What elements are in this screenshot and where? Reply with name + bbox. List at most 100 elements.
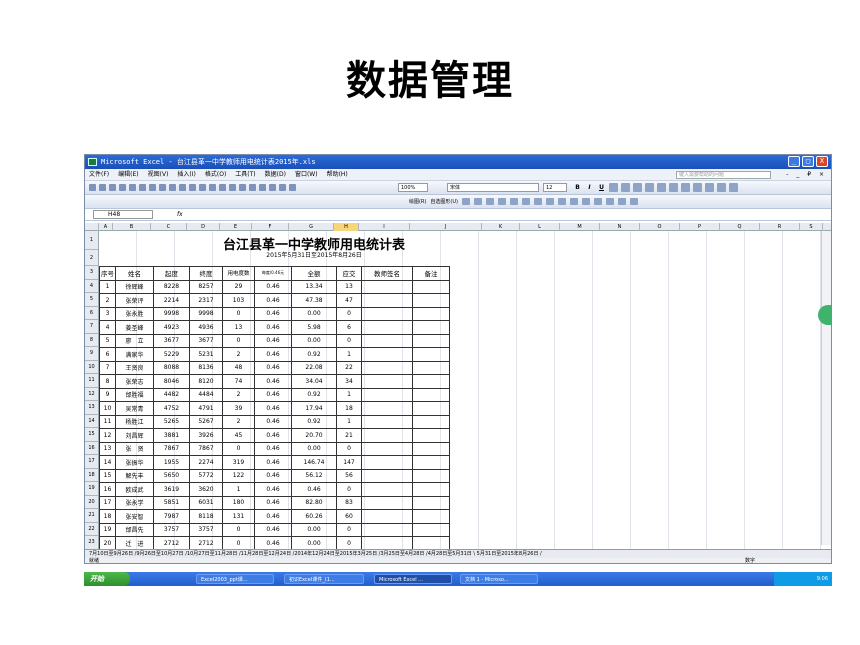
table-cell[interactable]: 0.46 bbox=[254, 279, 292, 294]
table-cell[interactable]: 0.00 bbox=[291, 536, 337, 549]
table-cell[interactable]: 0 bbox=[222, 441, 255, 456]
table-cell[interactable]: 47.38 bbox=[291, 293, 337, 308]
table-cell[interactable]: 0.00 bbox=[291, 306, 337, 321]
sheet-tabs[interactable]: 7月10日至9月26日 /9月26日至10月27日 /10月27日至11月28日… bbox=[85, 549, 831, 558]
task-ppt[interactable]: Excel2003_ppt课... bbox=[196, 574, 274, 584]
table-cell[interactable]: 0.46 bbox=[254, 455, 292, 470]
table-cell[interactable] bbox=[412, 306, 450, 321]
table-cell[interactable]: 5.98 bbox=[291, 320, 337, 335]
line-style-icon[interactable] bbox=[605, 198, 614, 205]
table-cell[interactable]: 刘昌辉 bbox=[115, 428, 154, 443]
table-cell[interactable]: 1955 bbox=[153, 455, 190, 470]
table-cell[interactable]: 18 bbox=[99, 509, 116, 524]
table-cell[interactable]: 60.26 bbox=[291, 509, 337, 524]
table-cell[interactable]: 103 bbox=[222, 293, 255, 308]
row-header[interactable]: 17 bbox=[85, 455, 98, 469]
row-header[interactable]: 3 bbox=[85, 266, 98, 280]
table-cell[interactable]: 8257 bbox=[189, 279, 223, 294]
row-header[interactable]: 5 bbox=[85, 293, 98, 307]
table-cell[interactable]: 5231 bbox=[189, 347, 223, 362]
table-cell[interactable]: 0.46 bbox=[254, 495, 292, 510]
textbox-icon[interactable] bbox=[509, 198, 518, 205]
table-cell[interactable]: 0 bbox=[222, 306, 255, 321]
autosum-icon[interactable] bbox=[249, 184, 256, 191]
table-cell[interactable]: 13 bbox=[222, 320, 255, 335]
table-cell[interactable]: 122 bbox=[222, 468, 255, 483]
italic-button[interactable]: I bbox=[585, 183, 594, 192]
table-cell[interactable]: 2214 bbox=[153, 293, 190, 308]
row-header[interactable]: 2 bbox=[85, 250, 98, 266]
oval-icon[interactable] bbox=[497, 198, 506, 205]
table-cell[interactable]: 13.34 bbox=[291, 279, 337, 294]
table-cell[interactable] bbox=[412, 347, 450, 362]
table-cell[interactable] bbox=[412, 414, 450, 429]
table-cell[interactable]: 满家华 bbox=[115, 347, 154, 362]
table-cell[interactable]: 47 bbox=[336, 293, 362, 308]
menu-file[interactable]: 文件(F) bbox=[89, 169, 109, 180]
table-cell[interactable]: 5265 bbox=[153, 414, 190, 429]
col-start[interactable]: 起度 bbox=[153, 266, 190, 281]
table-cell[interactable]: 0.46 bbox=[254, 441, 292, 456]
bold-button[interactable]: B bbox=[573, 183, 582, 192]
table-cell[interactable] bbox=[412, 374, 450, 389]
align-center-icon[interactable] bbox=[621, 183, 630, 192]
column-header[interactable]: H bbox=[334, 223, 359, 231]
table-cell[interactable] bbox=[412, 509, 450, 524]
table-cell[interactable]: 0 bbox=[336, 536, 362, 549]
table-cell[interactable]: 14 bbox=[99, 455, 116, 470]
table-cell[interactable]: 0 bbox=[222, 333, 255, 348]
table-cell[interactable]: 0.46 bbox=[291, 482, 337, 497]
table-cell[interactable] bbox=[361, 333, 413, 348]
table-cell[interactable]: 16 bbox=[99, 482, 116, 497]
fill-icon[interactable] bbox=[569, 198, 578, 205]
redo-icon[interactable] bbox=[229, 184, 236, 191]
table-cell[interactable] bbox=[361, 522, 413, 537]
table-cell[interactable] bbox=[412, 333, 450, 348]
table-cell[interactable]: 王贤良 bbox=[115, 360, 154, 375]
table-cell[interactable]: 6 bbox=[336, 320, 362, 335]
row-header[interactable]: 1 bbox=[85, 231, 98, 250]
table-cell[interactable]: 5772 bbox=[189, 468, 223, 483]
table-cell[interactable]: 0.46 bbox=[254, 347, 292, 362]
text-color-icon[interactable] bbox=[593, 198, 602, 205]
table-cell[interactable]: 0.46 bbox=[254, 509, 292, 524]
column-header[interactable]: D bbox=[187, 223, 220, 231]
draw-menu[interactable]: 绘图(R) bbox=[409, 198, 426, 205]
table-cell[interactable]: 9998 bbox=[153, 306, 190, 321]
table-cell[interactable] bbox=[361, 293, 413, 308]
table-cell[interactable]: 60 bbox=[336, 509, 362, 524]
email-icon[interactable] bbox=[129, 184, 136, 191]
font-color-icon[interactable] bbox=[729, 183, 738, 192]
table-cell[interactable]: 3926 bbox=[189, 428, 223, 443]
table-cell[interactable]: 2 bbox=[99, 293, 116, 308]
table-cell[interactable]: 3 bbox=[99, 306, 116, 321]
worksheet-grid[interactable]: 台江县革一中学教师用电统计表 2015年5月31日至2015年8月26日 序号 … bbox=[99, 231, 821, 549]
table-cell[interactable]: 15 bbox=[99, 468, 116, 483]
table-cell[interactable]: 4752 bbox=[153, 401, 190, 416]
table-cell[interactable]: 56.12 bbox=[291, 468, 337, 483]
column-header[interactable]: M bbox=[560, 223, 600, 231]
format-painter-icon[interactable] bbox=[209, 184, 216, 191]
table-cell[interactable]: 3757 bbox=[189, 522, 223, 537]
table-cell[interactable]: 3881 bbox=[153, 428, 190, 443]
table-cell[interactable] bbox=[361, 428, 413, 443]
drawing-icon[interactable] bbox=[289, 184, 296, 191]
table-cell[interactable]: 0.92 bbox=[291, 387, 337, 402]
vertical-scrollbar[interactable] bbox=[821, 231, 831, 545]
line-color-icon[interactable] bbox=[581, 198, 590, 205]
menu-tools[interactable]: 工具(T) bbox=[235, 169, 255, 180]
table-cell[interactable]: 0 bbox=[336, 333, 362, 348]
minimize-button[interactable]: _ bbox=[788, 156, 800, 167]
table-cell[interactable]: 5650 bbox=[153, 468, 190, 483]
table-cell[interactable]: 姜圣峰 bbox=[115, 320, 154, 335]
row-header[interactable]: 14 bbox=[85, 415, 98, 428]
table-cell[interactable]: 3677 bbox=[189, 333, 223, 348]
table-cell[interactable]: 4482 bbox=[153, 387, 190, 402]
table-cell[interactable] bbox=[412, 468, 450, 483]
menu-edit[interactable]: 编辑(E) bbox=[118, 169, 138, 180]
task-word[interactable]: 文档 1 - Microso... bbox=[460, 574, 538, 584]
preview-icon[interactable] bbox=[149, 184, 156, 191]
table-cell[interactable]: 0.46 bbox=[254, 428, 292, 443]
side-widget[interactable] bbox=[818, 305, 832, 325]
table-cell[interactable]: 3620 bbox=[189, 482, 223, 497]
